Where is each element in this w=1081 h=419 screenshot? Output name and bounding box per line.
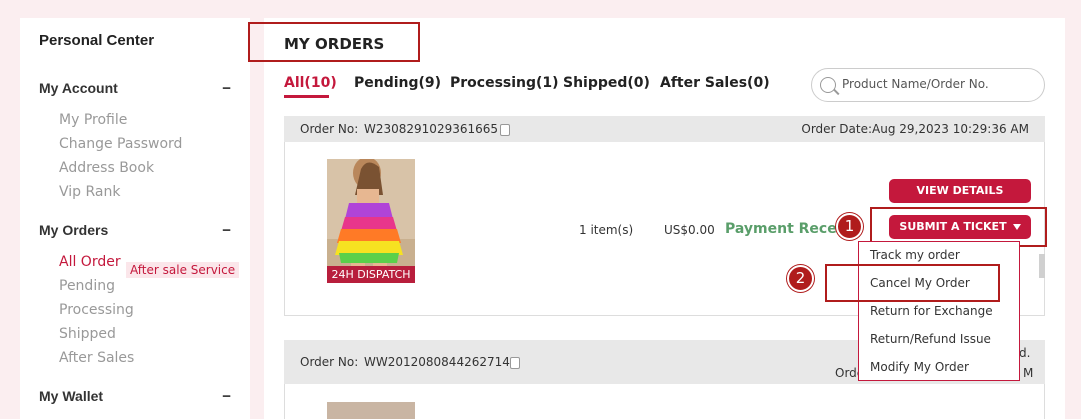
sidebar-item-shipped[interactable]: Shipped [59,326,116,342]
copy-icon[interactable] [500,124,510,136]
right-strip [1065,0,1081,419]
dispatch-badge: 24H DISPATCH [327,266,415,283]
sidebar-item-my-profile[interactable]: My Profile [59,112,127,128]
product-image[interactable] [327,402,415,419]
order-date: Order Date:Aug 29,2023 10:29:36 AM [801,122,1029,136]
sidebar-item-change-password[interactable]: Change Password [59,136,182,152]
item-count: 1 item(s) [579,223,634,237]
sidebar-section-label: My Wallet [39,388,104,404]
copy-icon[interactable] [510,357,520,369]
order-number: W2308291029361665 [364,122,499,136]
tab-shipped[interactable]: Shipped(0) [563,75,650,91]
top-strip [0,0,1081,18]
tab-all[interactable]: All(10) [284,75,337,91]
search-input[interactable] [842,77,1038,91]
highlight-box-title [248,22,420,62]
order-number: WW2012080844262714 [364,355,510,369]
sidebar-section-my-account[interactable]: My Account − [39,80,231,97]
sidebar-item-address-book[interactable]: Address Book [59,160,154,176]
swimsuit-image [327,159,415,283]
search-box [811,68,1045,102]
collapse-icon[interactable]: − [222,388,231,405]
callout-badge-2: 2 [787,265,814,292]
sidebar-item-pending[interactable]: Pending [59,278,115,294]
ticket-menu: Track my order Cancel My Order Return fo… [858,241,1020,381]
after-sale-service-tag[interactable]: After sale Service [126,262,240,278]
order-no-label: Order No: [300,122,359,136]
collapse-icon[interactable]: − [222,222,231,239]
sidebar-item-after-sales[interactable]: After Sales [59,350,134,366]
highlight-box-cancel [825,264,1000,302]
order-price: US$0.00 [664,223,715,237]
tab-processing[interactable]: Processing(1) [450,75,559,91]
product-image[interactable]: 24H DISPATCH [327,159,415,283]
menu-item-track-order[interactable]: Track my order [870,248,960,262]
order-card [284,384,1045,419]
sidebar-section-label: My Account [39,80,118,96]
tab-after-sales[interactable]: After Sales(0) [660,75,770,91]
tab-pending[interactable]: Pending(9) [354,75,441,91]
sidebar-title: Personal Center [39,32,155,49]
menu-item-return-refund[interactable]: Return/Refund Issue [870,332,991,346]
sidebar-item-all-order[interactable]: All Order [59,254,121,270]
menu-item-return-exchange[interactable]: Return for Exchange [870,304,993,318]
menu-item-modify-order[interactable]: Modify My Order [870,360,969,374]
sidebar-item-vip-rank[interactable]: Vip Rank [59,184,120,200]
sidebar-section-my-wallet[interactable]: My Wallet − [39,388,231,405]
truncated-text: d. [1019,346,1031,360]
callout-badge-1: 1 [836,213,863,240]
collapse-icon[interactable]: − [222,80,231,97]
order-status: Payment Received [725,221,839,237]
view-details-button[interactable]: VIEW DETAILS [889,179,1031,203]
active-tab-indicator [284,95,329,98]
gutter [250,18,264,419]
hidden-button[interactable] [1039,254,1045,278]
sidebar-section-label: My Orders [39,222,109,238]
order-no-label: Order No: [300,355,359,369]
order-header: Order No: W2308291029361665 Order Date:A… [284,116,1045,142]
search-icon[interactable] [820,77,836,93]
left-strip [0,0,20,419]
truncated-text: M [1023,366,1034,380]
sidebar-item-processing[interactable]: Processing [59,302,134,318]
sidebar-section-my-orders[interactable]: My Orders − [39,222,231,239]
sidebar: Personal Center My Account − My Profile … [20,18,250,419]
view-details-label: VIEW DETAILS [916,184,1004,197]
